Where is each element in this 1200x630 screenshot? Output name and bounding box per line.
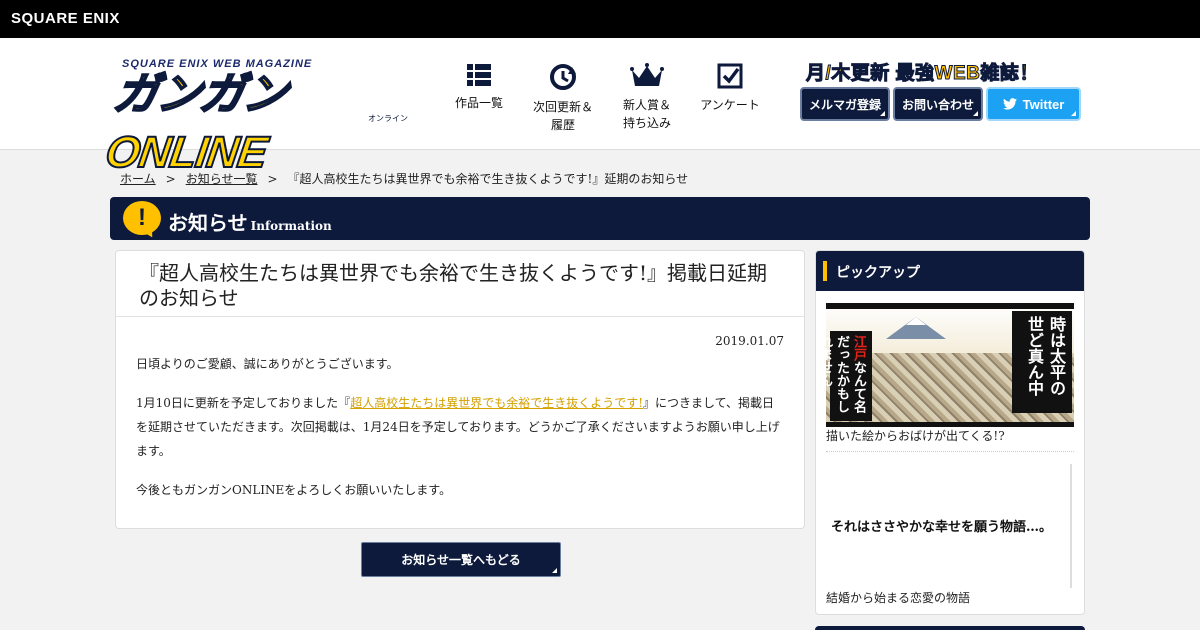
twitter-button-label: Twitter [1022, 96, 1065, 112]
banner-text-highlight: 江戸 [852, 335, 867, 361]
crown-icon [630, 63, 664, 86]
checkbox-icon [717, 63, 743, 89]
pickup-caption-2[interactable]: 結婚から始まる恋愛の物語 [826, 589, 970, 606]
banner-text-right: 時は太平の世ど真ん中 [1012, 311, 1072, 413]
pickup-title: ピックアップ [816, 251, 1084, 291]
square-enix-logo[interactable]: SQUARE ENIX [11, 10, 120, 27]
next-sidebar-panel [815, 626, 1085, 630]
article-title: 『超人高校生たちは異世界でも余裕で生き抜くようです!』掲載日延期のお知らせ [139, 261, 768, 310]
section-title: お知らせ Information [168, 207, 332, 236]
news-article: 『超人高校生たちは異世界でも余裕で生き抜くようです!』掲載日延期のお知らせ 20… [115, 250, 805, 529]
article-paragraph: 1月10日に更新を予定しておりました『超人高校生たちは異世界でも余裕で生き抜くよ… [136, 391, 786, 463]
nav-survey[interactable]: アンケート [697, 62, 763, 114]
nav-survey-label: アンケート [700, 98, 760, 112]
site-header: SQUARE ENIX WEB MAGAZINE ガンガンONLINE オンライ… [0, 38, 1200, 178]
breadcrumb-separator: > [267, 172, 278, 186]
top-bar: SQUARE ENIX [0, 0, 1200, 38]
banner-border [826, 303, 1074, 309]
grid-icon [467, 64, 491, 86]
tagline: 月/木更新 最強WEB雑誌！ [806, 63, 1039, 85]
gangan-online-logo[interactable]: SQUARE ENIX WEB MAGAZINE ガンガンONLINE オンライ… [102, 58, 426, 178]
twitter-button[interactable]: Twitter [986, 87, 1081, 121]
divider [116, 316, 804, 317]
article-date: 2019.01.07 [715, 334, 784, 348]
article-text: 1月10日に更新を予定しておりました『 [136, 396, 351, 410]
breadcrumb-separator: > [165, 172, 176, 186]
section-banner: ! お知らせ Information [110, 197, 1090, 240]
breadcrumb-news-list-link[interactable]: お知らせ一覧 [186, 172, 258, 186]
pickup-sidebar: ピックアップ 江戸なんて名だったかもしれません 時は太平の世ど真ん中 描いた絵か… [815, 250, 1085, 615]
snowcap-illustration [906, 317, 926, 325]
banner-2-text: それはささやかな幸せを願う物語…。 [831, 520, 1053, 535]
section-subtitle: Information [250, 219, 332, 233]
article-paragraph: 今後ともガンガンONLINEをよろしくお願いいたします。 [136, 483, 452, 497]
pickup-banner-1[interactable]: 江戸なんて名だったかもしれません 時は太平の世ど真ん中 [826, 303, 1074, 427]
nav-newcomer-award-label: 新人賞＆ 持ち込み [622, 98, 671, 130]
logo-kana: オンライン [368, 114, 408, 123]
exclamation-icon: ! [123, 201, 161, 235]
breadcrumb-current: 『超人高校生たちは異世界でも余裕で生き抜くようです!』延期のお知らせ [287, 172, 689, 186]
back-to-news-list-button[interactable]: お知らせ一覧へもどる [361, 542, 561, 577]
pickup-caption-1[interactable]: 描いた絵からおばけが出てくる!? [826, 427, 1005, 444]
nav-works-label: 作品一覧 [454, 96, 503, 110]
twitter-bird-icon [1002, 98, 1017, 110]
breadcrumb: ホーム > お知らせ一覧 > 『超人高校生たちは異世界でも余裕で生き抜くようです!』延期… [120, 170, 688, 187]
banner-text-left: 江戸なんて名だったかもしれません [826, 331, 872, 421]
pickup-banner-2[interactable]: それはささやかな幸せを願う物語…。 [826, 464, 1072, 588]
logo-title: ガンガンONLINE [102, 69, 291, 178]
article-body: 日頃よりのご愛顧、誠にありがとうございます。 1月10日に更新を予定しておりまし… [136, 352, 786, 517]
nav-newcomer-award[interactable]: 新人賞＆ 持ち込み [614, 62, 680, 132]
nav-next-update[interactable]: 次回更新＆ 履歴 [528, 62, 598, 134]
series-link[interactable]: 超人高校生たちは異世界でも余裕で生き抜くようです! [350, 396, 643, 410]
section-title-text: お知らせ [168, 213, 248, 235]
article-paragraph: 日頃よりのご愛顧、誠にありがとうございます。 [136, 357, 399, 371]
nav-works-list[interactable]: 作品一覧 [454, 62, 504, 112]
mailmag-button[interactable]: メルマガ登録 [800, 87, 890, 121]
divider [826, 451, 1074, 452]
nav-next-update-label: 次回更新＆ 履歴 [532, 100, 593, 132]
contact-button[interactable]: お問い合わせ [893, 87, 983, 121]
breadcrumb-home-link[interactable]: ホーム [120, 172, 156, 186]
clock-history-icon [550, 64, 576, 90]
